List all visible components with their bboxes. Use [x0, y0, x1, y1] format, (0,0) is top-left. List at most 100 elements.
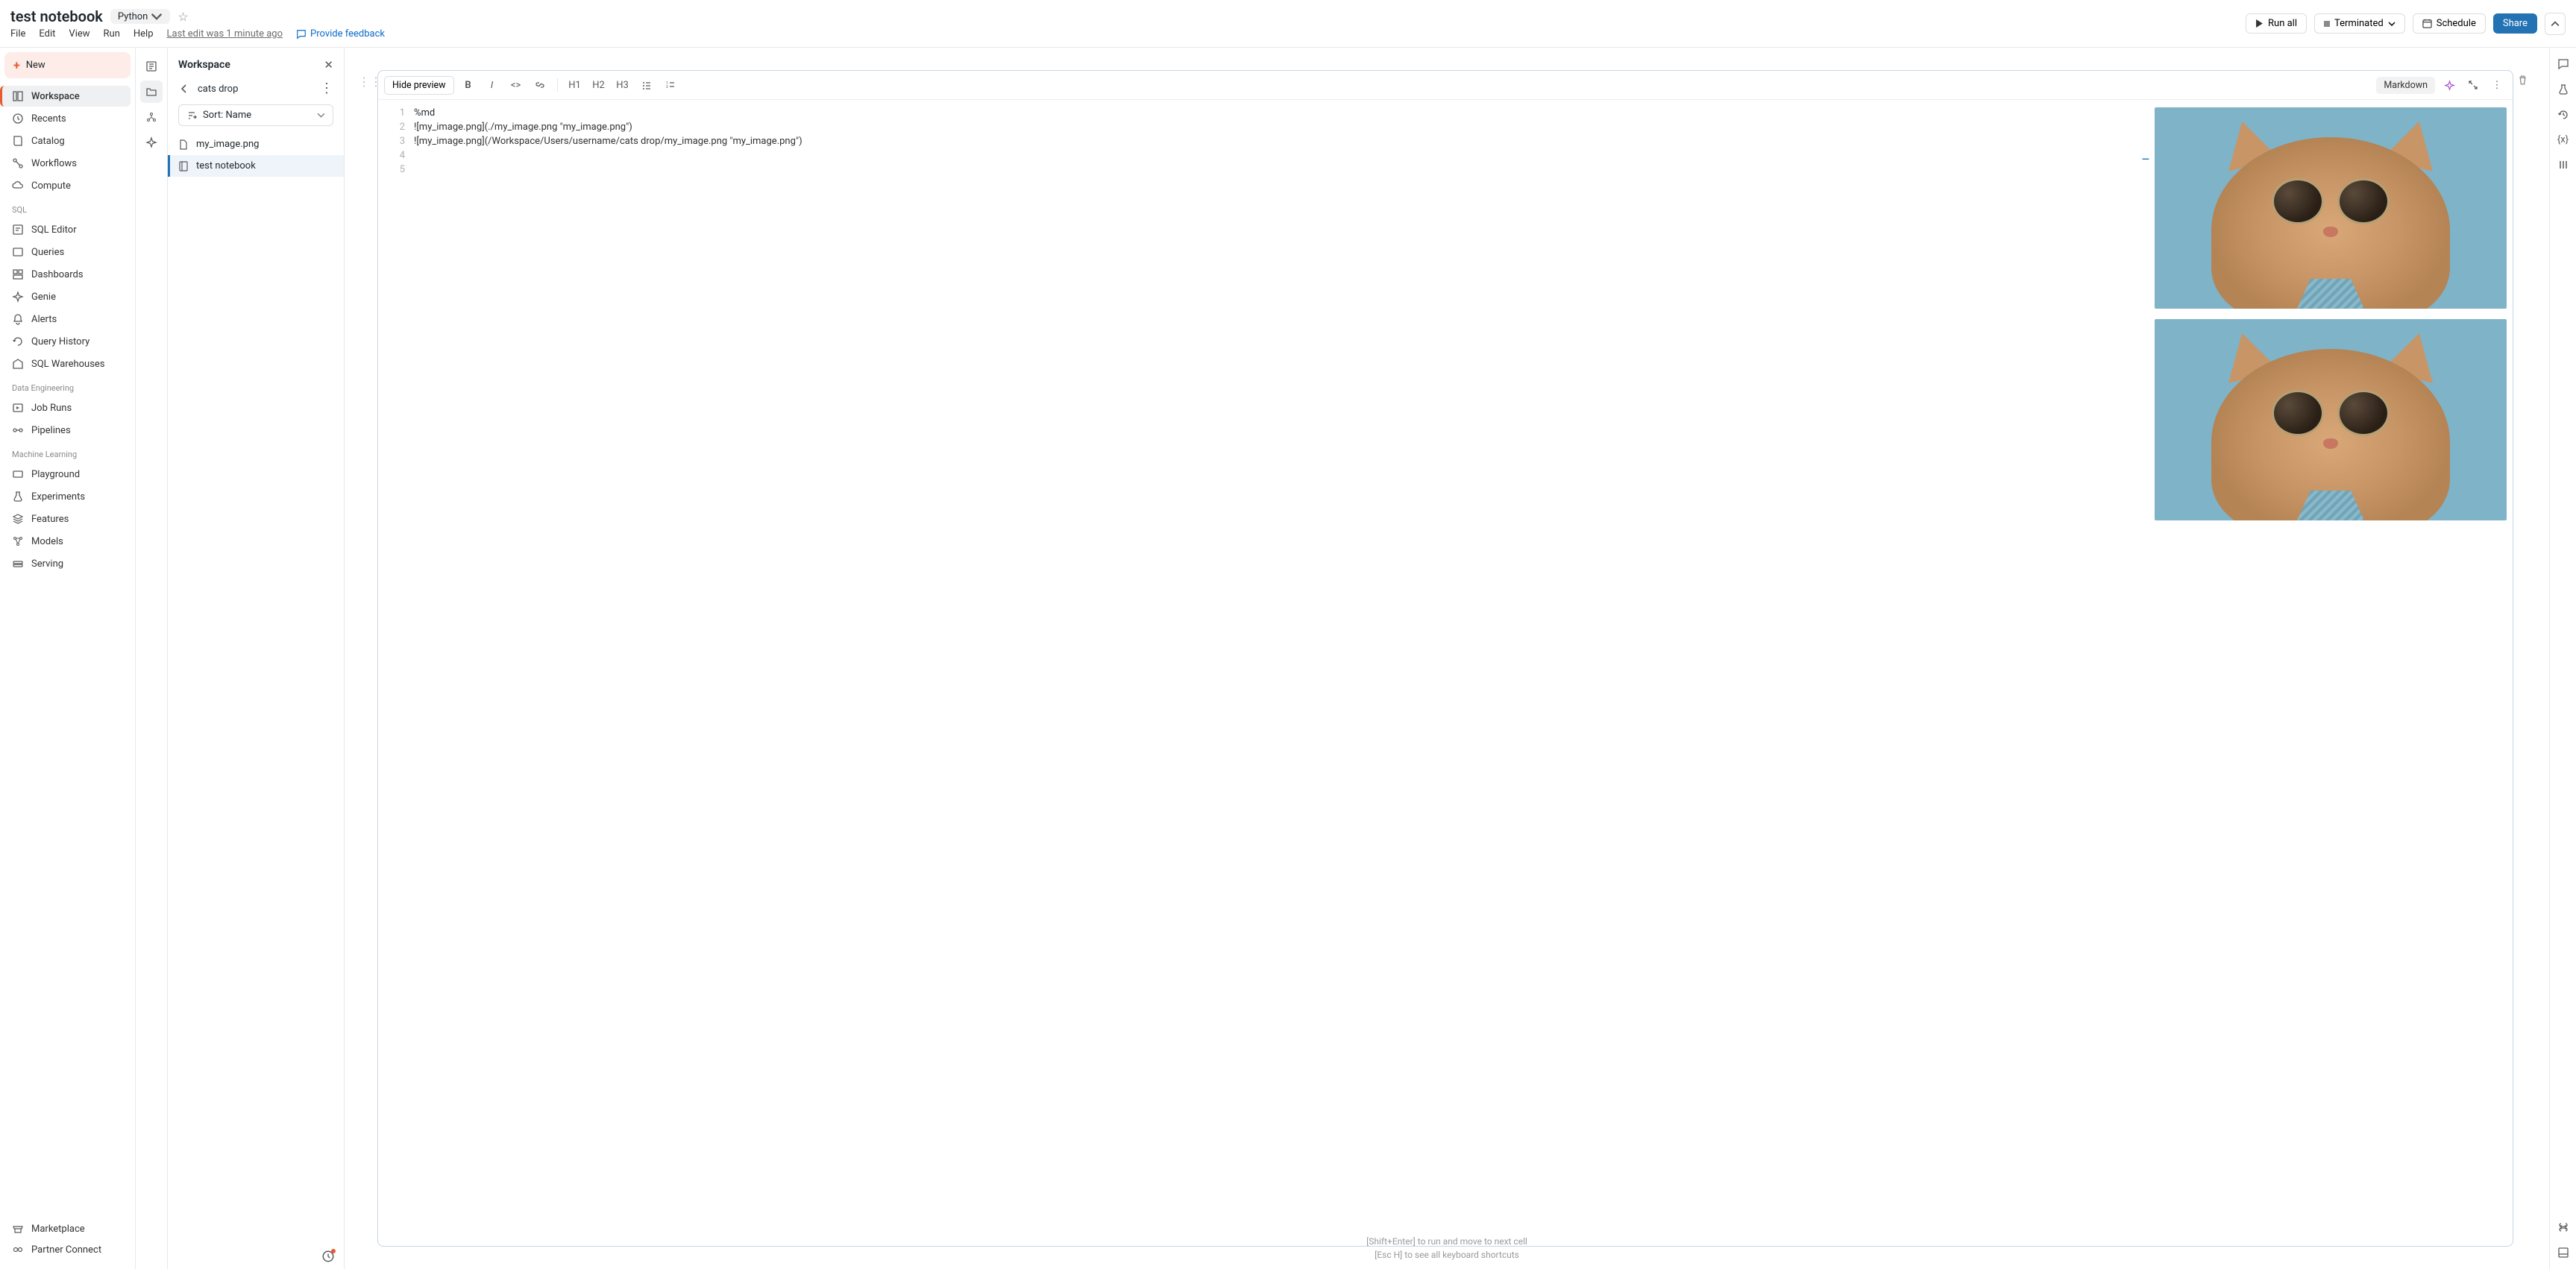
cell-menu-icon[interactable]: ⋮	[2487, 75, 2507, 95]
assistant-sparkle-icon[interactable]	[2440, 75, 2459, 95]
cell-type-pill[interactable]: Markdown	[2376, 77, 2435, 94]
back-arrow-icon[interactable]	[178, 83, 190, 95]
h1-button[interactable]: H1	[565, 75, 585, 95]
nav-dashboards[interactable]: Dashboards	[4, 264, 131, 285]
cell-toolbar: Hide preview B I <> H1 H2 H3 12 Markdown…	[378, 71, 2513, 100]
revision-history-icon[interactable]	[2557, 109, 2569, 121]
workspace-panel: Workspace ✕ cats drop ⋮ Sort: Name my_im…	[168, 48, 345, 1269]
nav-serving[interactable]: Serving	[4, 553, 131, 574]
language-selector[interactable]: Python	[110, 9, 170, 24]
store-icon	[12, 1223, 24, 1235]
sparkle-icon	[12, 291, 24, 303]
section-ml: Machine Learning	[4, 442, 131, 462]
code-button[interactable]: <>	[506, 75, 526, 95]
schedule-button[interactable]: Schedule	[2413, 13, 2486, 34]
cell-drag-handle[interactable]: ⋮⋮	[362, 70, 377, 1247]
menu-file[interactable]: File	[10, 28, 25, 40]
nav-experiments[interactable]: Experiments	[4, 486, 131, 507]
nav-pipelines[interactable]: Pipelines	[4, 420, 131, 441]
line-gutter: 1 2 3 4 5	[378, 106, 414, 1240]
kebab-menu-icon[interactable]: ⋮	[320, 82, 333, 95]
nav-queries[interactable]: Queries	[4, 242, 131, 262]
bold-button[interactable]: B	[459, 75, 478, 95]
menu-run[interactable]: Run	[104, 28, 120, 40]
comments-icon[interactable]	[2557, 58, 2569, 70]
nav-genie[interactable]: Genie	[4, 286, 131, 307]
preview-image-2	[2155, 319, 2507, 520]
code-editor[interactable]: 1 2 3 4 5 %md ![my_image.png](./my_image…	[378, 100, 2141, 1246]
tab-schema-icon[interactable]	[140, 106, 163, 128]
nav-features[interactable]: Features	[4, 508, 131, 529]
italic-button[interactable]: I	[483, 75, 502, 95]
keyboard-hints: [Shift+Enter] to run and move to next ce…	[1366, 1235, 1527, 1262]
share-button[interactable]: Share	[2493, 13, 2537, 34]
workspace-tab-strip	[136, 48, 168, 1269]
compute-status-button[interactable]: Terminated	[2314, 13, 2405, 34]
variables-icon[interactable]: {x}	[2557, 134, 2569, 145]
shortcuts-icon[interactable]	[2557, 1221, 2569, 1233]
workflow-icon	[12, 157, 24, 169]
collapse-header-button[interactable]	[2545, 13, 2566, 35]
nav-sql-warehouses[interactable]: SQL Warehouses	[4, 353, 131, 374]
right-rail: {x}	[2549, 48, 2576, 1269]
nav-query-history[interactable]: Query History	[4, 331, 131, 352]
nav-alerts[interactable]: Alerts	[4, 309, 131, 330]
last-edit-link[interactable]: Last edit was 1 minute ago	[167, 28, 283, 40]
expand-icon[interactable]	[2463, 75, 2483, 95]
notebook-icon	[178, 161, 189, 171]
nav-playground[interactable]: Playground	[4, 464, 131, 485]
nav-partner-connect[interactable]: Partner Connect	[4, 1239, 131, 1260]
model-icon	[12, 535, 24, 547]
serving-icon	[12, 558, 24, 570]
nav-recents[interactable]: Recents	[4, 108, 131, 129]
nav-catalog[interactable]: Catalog	[4, 130, 131, 151]
menu-view[interactable]: View	[69, 28, 89, 40]
chevron-down-icon	[2388, 20, 2396, 28]
numbered-list-button[interactable]: 12	[661, 75, 680, 95]
connect-icon	[12, 1244, 24, 1256]
sort-icon	[186, 110, 197, 121]
preview-image-1	[2155, 107, 2507, 309]
favorite-star-icon[interactable]: ☆	[178, 10, 188, 24]
h2-button[interactable]: H2	[589, 75, 609, 95]
flask-icon[interactable]	[2557, 84, 2569, 95]
tab-assistant-icon[interactable]	[140, 131, 163, 154]
nav-sql-editor[interactable]: SQL Editor	[4, 219, 131, 240]
tab-folder-icon[interactable]	[140, 81, 163, 103]
menu-help[interactable]: Help	[133, 28, 154, 40]
sort-dropdown[interactable]: Sort: Name	[178, 104, 333, 126]
nav-models[interactable]: Models	[4, 531, 131, 552]
file-item-image[interactable]: my_image.png	[168, 133, 344, 155]
h3-button[interactable]: H3	[613, 75, 632, 95]
nav-marketplace[interactable]: Marketplace	[4, 1218, 131, 1239]
recent-activity-icon[interactable]	[321, 1250, 335, 1263]
nav-workspace[interactable]: Workspace	[0, 86, 131, 107]
status-stopped-icon	[2324, 21, 2330, 27]
delete-cell-icon[interactable]	[2517, 75, 2528, 86]
chevron-down-icon	[317, 111, 325, 119]
clock-icon	[12, 113, 24, 125]
bullet-list-button[interactable]	[637, 75, 656, 95]
new-button[interactable]: + New	[4, 52, 131, 78]
nav-compute[interactable]: Compute	[4, 175, 131, 196]
split-handle[interactable]: –	[2141, 100, 2150, 1246]
pipeline-icon	[12, 424, 24, 436]
columns-icon[interactable]	[2557, 159, 2569, 171]
chat-icon	[296, 29, 307, 40]
feedback-link[interactable]: Provide feedback	[296, 28, 385, 40]
folder-path[interactable]: cats drop	[198, 84, 312, 95]
nav-workflows[interactable]: Workflows	[4, 153, 131, 174]
hide-preview-button[interactable]: Hide preview	[384, 76, 454, 95]
close-icon[interactable]: ✕	[324, 58, 333, 72]
chevron-down-icon	[151, 10, 163, 22]
svg-text:2: 2	[666, 85, 668, 89]
notebook-title[interactable]: test notebook	[10, 7, 103, 25]
menu-edit[interactable]: Edit	[39, 28, 55, 40]
file-item-notebook[interactable]: test notebook	[168, 155, 344, 177]
run-all-button[interactable]: Run all	[2246, 13, 2307, 34]
link-button[interactable]	[530, 75, 550, 95]
nav-job-runs[interactable]: Job Runs	[4, 397, 131, 418]
bottom-panel-icon[interactable]	[2557, 1247, 2569, 1259]
tab-outline-icon[interactable]	[140, 55, 163, 78]
code-lines[interactable]: %md ![my_image.png](./my_image.png "my_i…	[414, 106, 2141, 1240]
